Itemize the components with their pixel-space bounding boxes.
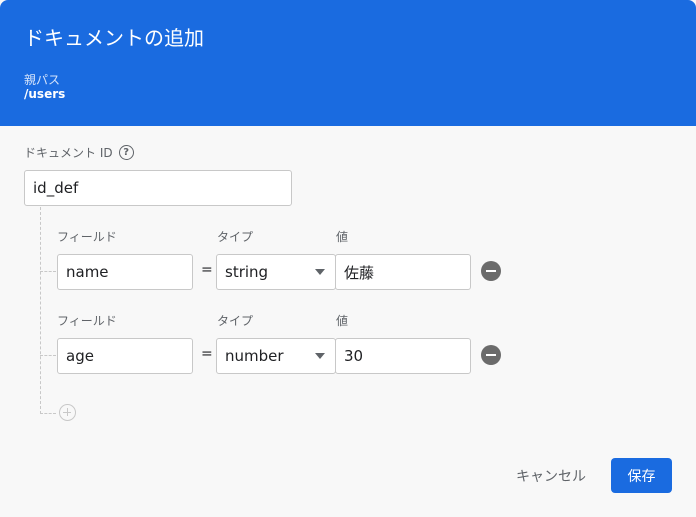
type-label: タイプ (217, 230, 254, 244)
equals-sign: = (201, 346, 213, 362)
type-select-value: number (225, 347, 284, 365)
field-value-input[interactable] (335, 338, 471, 374)
type-select[interactable]: string (216, 254, 336, 290)
parent-path-label: 親パス (24, 73, 61, 87)
dialog-title: ドキュメントの追加 (24, 26, 204, 50)
save-button[interactable]: 保存 (611, 458, 672, 493)
tree-branch (40, 355, 56, 356)
remove-field-icon[interactable] (481, 261, 501, 281)
tree-branch (40, 271, 56, 272)
value-label: 値 (336, 314, 349, 328)
dropdown-arrow-icon (315, 353, 325, 359)
equals-sign: = (201, 262, 213, 278)
tree-branch (40, 413, 56, 414)
value-label: 値 (336, 230, 349, 244)
cancel-button[interactable]: キャンセル (506, 458, 596, 493)
field-name-input[interactable] (57, 254, 193, 290)
type-select-value: string (225, 263, 269, 281)
document-id-input[interactable] (24, 170, 292, 206)
help-icon[interactable]: ? (118, 145, 134, 160)
document-id-label: ドキュメント ID ? (24, 144, 134, 161)
dropdown-arrow-icon (315, 269, 325, 275)
field-label: フィールド (57, 314, 117, 328)
dialog-header: ドキュメントの追加 親パス /users (0, 0, 696, 126)
type-select[interactable]: number (216, 338, 336, 374)
add-field-icon[interactable] (59, 404, 76, 421)
parent-path-value: /users (24, 87, 66, 101)
field-value-input[interactable] (335, 254, 471, 290)
add-document-dialog: ドキュメントの追加 親パス /users ドキュメント ID ? フィールド タ… (0, 0, 696, 517)
field-name-input[interactable] (57, 338, 193, 374)
document-id-label-text: ドキュメント ID (24, 146, 113, 160)
remove-field-icon[interactable] (481, 345, 501, 365)
field-label: フィールド (57, 230, 117, 244)
tree-line (40, 207, 41, 414)
type-label: タイプ (217, 314, 254, 328)
